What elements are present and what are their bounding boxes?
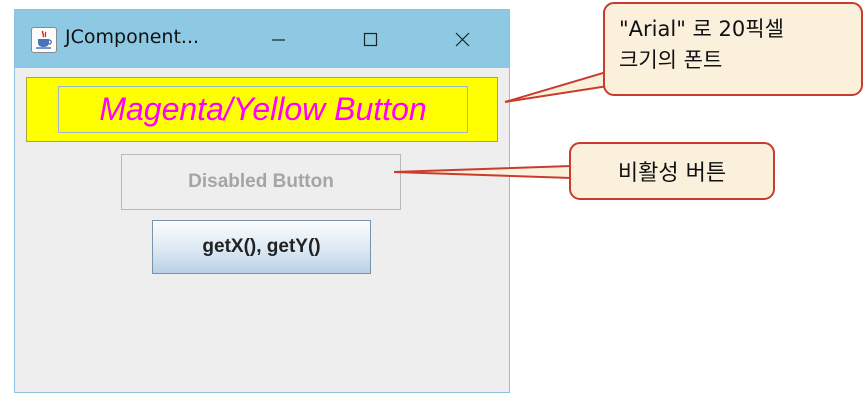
disabled-callout: 비활성 버튼 — [569, 142, 775, 200]
font-callout-line2: 크기의 폰트 — [619, 48, 723, 72]
disabled-callout-pointer — [393, 164, 572, 180]
font-callout: "Arial" 로 20픽셀 크기의 폰트 — [603, 2, 863, 96]
font-callout-line1: "Arial" 로 20픽셀 — [619, 17, 784, 41]
disabled-callout-text: 비활성 버튼 — [617, 161, 727, 186]
